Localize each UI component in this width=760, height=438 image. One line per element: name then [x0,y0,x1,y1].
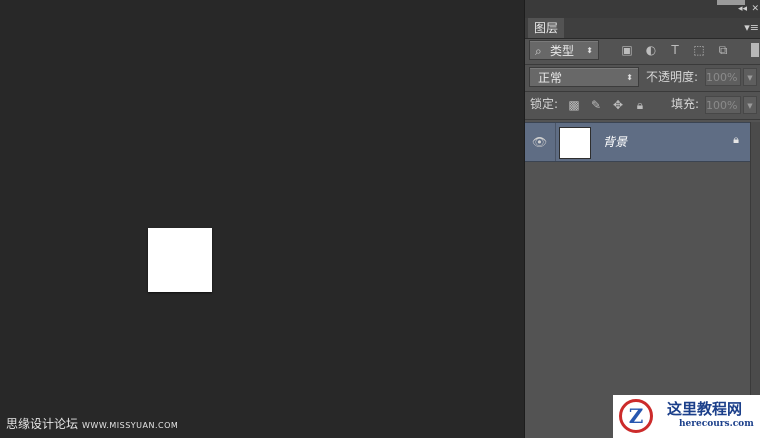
collapse-icon[interactable]: ◂◂ [738,4,747,14]
image-icon[interactable]: ▣ [619,43,635,57]
divider [525,119,760,120]
updown-icon: ⬍ [586,46,593,55]
filter-row: ⌕ 类型 ⬍ ▣ ◐ T ⬚ ⧉ [525,39,760,65]
logo-z-icon: Z [619,399,653,433]
watermark-url: WWW.MISSYUAN.COM [82,421,179,430]
divider [555,123,556,161]
lock-transparent-icon[interactable]: ▩ [566,98,582,112]
opacity-input[interactable]: 100% [705,68,741,86]
shape-icon[interactable]: ⬚ [691,43,707,57]
lock-icon: 🔒︎ [733,133,739,146]
document-canvas[interactable] [148,228,212,292]
layers-scrollbar[interactable] [750,122,760,438]
fill-input[interactable]: 100% [705,96,741,114]
blend-row: 正常 ⬍ 不透明度: 100% ▼ [525,66,760,90]
lock-image-icon[interactable]: ✎ [588,98,604,112]
opacity-dropdown[interactable]: ▼ [743,68,757,86]
blend-mode-value: 正常 [538,71,563,85]
panel-tab-bar: 图层 ▾≡ [525,18,760,39]
layer-thumbnail[interactable] [559,127,591,159]
opacity-label: 不透明度: [646,70,699,84]
panel-menu-icon[interactable]: ▾≡ [744,21,759,34]
divider [525,91,760,92]
layer-name[interactable]: 背景 [603,133,627,150]
fill-label: 填充: [671,97,700,111]
document-canvas-area[interactable]: 思缘设计论坛 WWW.MISSYUAN.COM [0,0,524,438]
lock-position-icon[interactable]: ✥ [610,98,626,112]
logo-en-text: herecours.com [679,419,754,429]
panel-top-strip: ◂◂ ✕ [525,0,760,19]
filter-kind-label: 类型 [550,44,575,58]
logo-cn-text: 这里教程网 [667,400,743,418]
close-icon[interactable]: ✕ [751,4,759,14]
blend-mode-select[interactable]: 正常 ⬍ [529,67,639,87]
tab-layers[interactable]: 图层 [528,18,565,38]
layers-panel: ◂◂ ✕ 图层 ▾≡ ⌕ 类型 ⬍ ▣ ◐ T ⬚ ⧉ 正常 ⬍ 不透明度: 1… [524,0,760,438]
eye-icon[interactable]: 👁︎ [532,135,547,149]
smart-object-icon[interactable]: ⧉ [715,43,731,58]
filter-toggle[interactable] [751,43,759,57]
updown-icon: ⬍ [626,73,633,82]
divider [525,64,760,65]
fill-dropdown[interactable]: ▼ [743,96,757,114]
lock-row: 锁定: ▩ ✎ ✥ 🔒︎ 填充: 100% ▼ [525,94,760,118]
search-icon: ⌕ [535,44,542,58]
layer-row[interactable]: 👁︎ 背景 🔒︎ [525,122,751,162]
watermark-herecours-logo: Z 这里教程网 herecours.com [613,395,760,438]
watermark-cn: 思缘设计论坛 [6,417,79,431]
lock-all-icon[interactable]: 🔒︎ [632,98,648,113]
watermark-missyuan: 思缘设计论坛 WWW.MISSYUAN.COM [6,415,178,432]
adjustment-icon[interactable]: ◐ [643,43,659,57]
type-icon[interactable]: T [667,43,683,57]
lock-label: 锁定: [530,97,559,111]
filter-kind-select[interactable]: ⌕ 类型 ⬍ [529,40,599,60]
